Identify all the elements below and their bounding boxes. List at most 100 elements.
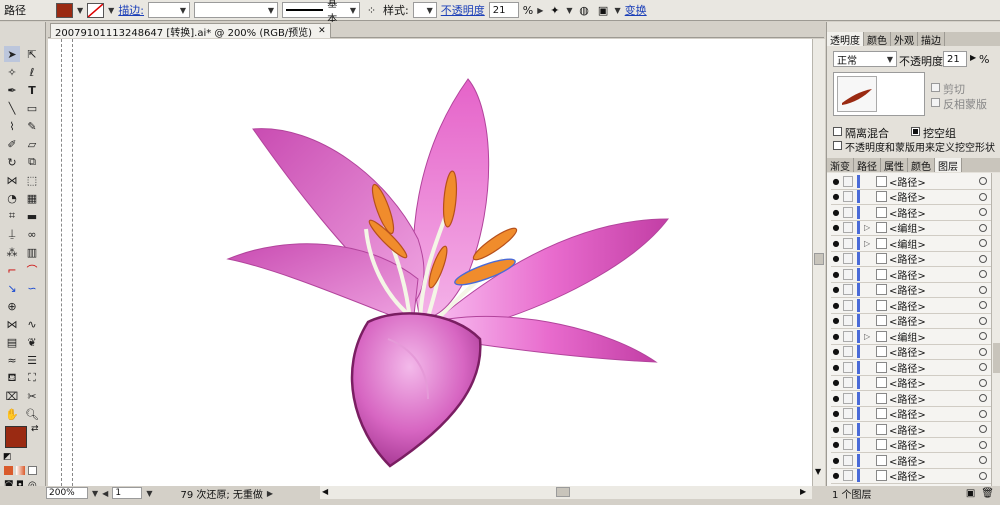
lily-artwork[interactable] xyxy=(48,39,812,486)
lock-toggle[interactable] xyxy=(843,346,853,358)
visibility-eye-icon[interactable]: ● xyxy=(831,347,841,357)
target-circle-icon[interactable] xyxy=(979,409,987,418)
visibility-eye-icon[interactable]: ● xyxy=(831,269,841,279)
visibility-eye-icon[interactable]: ● xyxy=(831,409,841,419)
scroll-right-icon[interactable]: ▶ xyxy=(800,487,806,496)
lock-toggle[interactable] xyxy=(843,206,853,218)
scissors-tool-icon[interactable]: ✂ xyxy=(24,388,40,404)
opacity-label-link[interactable]: 不透明度 xyxy=(441,2,485,18)
artboard-field[interactable]: 1 xyxy=(112,487,143,499)
target-circle-icon[interactable] xyxy=(979,347,987,356)
layer-row[interactable]: ● <路径> xyxy=(831,453,993,469)
visibility-eye-icon[interactable]: ● xyxy=(831,192,841,202)
tab-color[interactable]: 颜色 xyxy=(864,32,891,47)
style-swap-icon[interactable]: ⁘ xyxy=(364,3,379,18)
target-circle-icon[interactable] xyxy=(979,425,987,434)
scroll-down-icon[interactable]: ▼ xyxy=(815,467,821,476)
vscroll-thumb[interactable] xyxy=(814,253,824,265)
panel-opacity-dropdown-icon[interactable]: ▶ xyxy=(970,53,976,62)
layer-row[interactable]: ● ▷ <编组> xyxy=(831,221,993,236)
fill-color-box[interactable] xyxy=(5,426,27,448)
live-paint-selection-tool-icon[interactable]: ⛶ xyxy=(24,370,40,386)
target-circle-icon[interactable] xyxy=(979,301,987,310)
layer-row[interactable]: ● <路径> xyxy=(831,174,993,190)
warp-tool-icon[interactable]: ⋈ xyxy=(4,316,20,332)
scroll-left-icon[interactable]: ◀ xyxy=(322,487,328,496)
visibility-eye-icon[interactable]: ● xyxy=(831,176,841,186)
vertical-scrollbar[interactable]: ▼ xyxy=(812,39,825,486)
brush-dropdown[interactable]: 基本 ▼ xyxy=(282,0,361,25)
visibility-eye-icon[interactable]: ● xyxy=(831,285,841,295)
direct-selection-tool-icon[interactable]: ⇱ xyxy=(24,46,40,62)
swap-colors-icon[interactable]: ⇄ xyxy=(31,424,39,434)
tab-stroke[interactable]: 描边 xyxy=(918,32,945,47)
lock-toggle[interactable] xyxy=(843,423,853,435)
lock-toggle[interactable] xyxy=(843,268,853,280)
rotate-tool-icon[interactable]: ↻ xyxy=(4,154,20,170)
lock-toggle[interactable] xyxy=(843,222,853,234)
lock-toggle[interactable] xyxy=(843,470,853,482)
visibility-eye-icon[interactable]: ● xyxy=(831,362,841,372)
lock-toggle[interactable] xyxy=(843,392,853,404)
gradient-tool-icon[interactable]: ▬ xyxy=(24,208,40,224)
lock-toggle[interactable] xyxy=(843,315,853,327)
lock-toggle[interactable] xyxy=(843,299,853,311)
fill-dropdown-icon[interactable]: ▼ xyxy=(77,6,83,15)
zoom-tool-icon[interactable]: 🔍︎ xyxy=(24,406,40,422)
lock-toggle[interactable] xyxy=(843,253,853,265)
target-circle-icon[interactable] xyxy=(979,270,987,279)
slice-tool-icon[interactable]: ⌒ xyxy=(24,262,40,278)
artboard-dropdown-icon[interactable]: ▼ xyxy=(146,489,152,498)
layer-row[interactable]: ● <路径> xyxy=(831,469,993,484)
expand-arrow-icon[interactable]: ▷ xyxy=(864,239,872,248)
expand-arrow-icon[interactable]: ▷ xyxy=(864,332,872,341)
layer-row[interactable]: ● <路径> xyxy=(831,360,993,376)
layer-row[interactable]: ● <路径> xyxy=(831,438,993,453)
hand-tool-icon[interactable]: ✋ xyxy=(4,406,20,422)
transform-link[interactable]: 变换 xyxy=(625,2,647,18)
knife-tool-icon[interactable]: ↘ xyxy=(4,280,20,296)
layer-row[interactable]: ● <路径> xyxy=(831,190,993,205)
color-mode-icon[interactable] xyxy=(4,466,13,475)
fill-swatch[interactable] xyxy=(56,2,73,18)
stroke-dropdown-icon[interactable]: ▼ xyxy=(108,6,114,15)
opacity-field[interactable]: 21 xyxy=(488,2,519,18)
lock-toggle[interactable] xyxy=(843,330,853,342)
paintbrush-tool-icon[interactable]: ⌇ xyxy=(4,118,20,134)
layer-row[interactable]: ● <路径> xyxy=(831,298,993,314)
clip-checkbox[interactable] xyxy=(931,83,940,92)
lock-toggle[interactable] xyxy=(843,237,853,249)
target-circle-icon[interactable] xyxy=(979,192,987,201)
perspective-grid-tool-icon[interactable]: ▦ xyxy=(24,190,40,206)
target-circle-icon[interactable] xyxy=(979,285,987,294)
blend-mode-dropdown[interactable]: 正常 ▼ xyxy=(833,51,897,67)
visibility-eye-icon[interactable]: ● xyxy=(831,254,841,264)
delete-layer-icon[interactable]: 🗑︎ xyxy=(981,488,994,499)
line-tool-icon[interactable]: ╲ xyxy=(4,100,20,116)
new-layer-icon[interactable]: ▣ xyxy=(966,488,975,499)
none-mode-icon[interactable] xyxy=(28,466,37,475)
scale-tool-icon[interactable]: ⧉ xyxy=(24,154,40,170)
target-circle-icon[interactable] xyxy=(979,440,987,449)
magic-wand-tool-icon[interactable]: ✧ xyxy=(4,64,20,80)
lasso-tool-icon[interactable]: ℓ xyxy=(24,64,40,80)
visibility-eye-icon[interactable]: ● xyxy=(831,223,841,233)
tab-pathfinder[interactable]: 路径 xyxy=(854,158,881,173)
align-dropdown-icon[interactable]: ▼ xyxy=(615,6,621,15)
visibility-eye-icon[interactable]: ● xyxy=(831,300,841,310)
tab-appearance[interactable]: 外观 xyxy=(891,32,918,47)
tab-transparency[interactable]: 透明度 xyxy=(827,32,864,47)
tab-attributes[interactable]: 属性 xyxy=(881,158,908,173)
live-paint-tool-icon[interactable]: ⛾ xyxy=(4,370,20,386)
status-menu-icon[interactable]: ▶ xyxy=(267,489,273,498)
artboard-canvas[interactable] xyxy=(48,39,812,486)
target-circle-icon[interactable] xyxy=(979,363,987,372)
opacity-dropdown-icon[interactable]: ▶ xyxy=(537,6,543,15)
stroke-weight-field[interactable]: ▼ xyxy=(148,2,191,18)
visibility-eye-icon[interactable]: ● xyxy=(831,238,841,248)
horizontal-scrollbar[interactable]: ◀ ▶ xyxy=(320,486,812,499)
tab-gradient[interactable]: 渐变 xyxy=(827,158,854,173)
target-circle-icon[interactable] xyxy=(979,223,987,232)
panel-opacity-field[interactable]: 21 xyxy=(943,51,967,67)
lock-toggle[interactable] xyxy=(843,191,853,203)
